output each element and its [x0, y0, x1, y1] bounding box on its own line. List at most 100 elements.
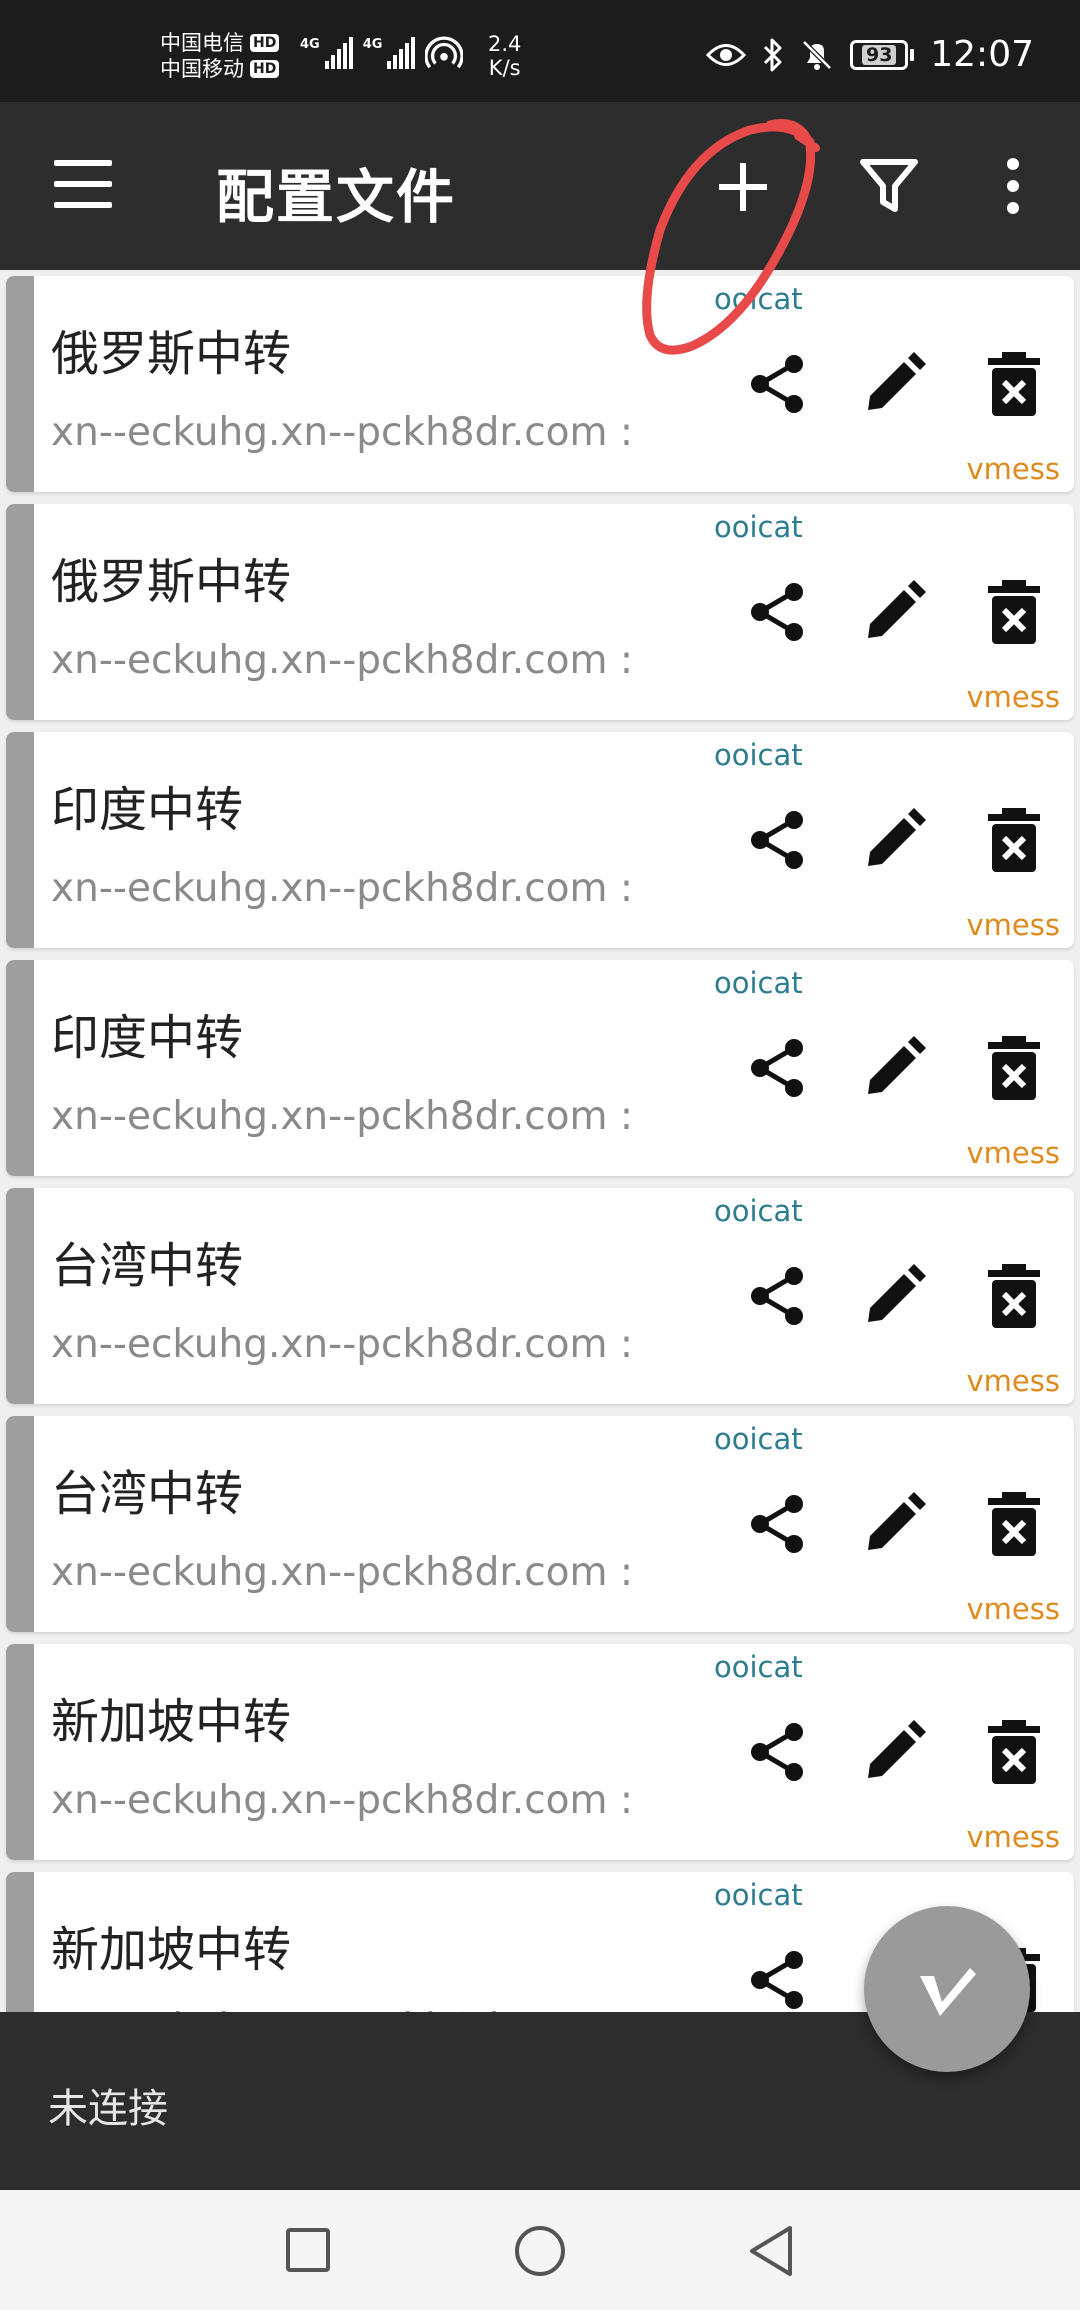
- share-icon[interactable]: [746, 580, 810, 644]
- delete-icon[interactable]: [986, 1492, 1042, 1556]
- profile-name: 印度中转: [51, 782, 244, 838]
- profile-card[interactable]: 台湾中转 xn--eckuhg.xn--pckh8dr.com : ooicat vm…: [6, 1188, 1074, 1404]
- subscription-label: ooicat: [714, 1878, 803, 1912]
- selection-indicator: [6, 276, 34, 492]
- share-icon[interactable]: [746, 352, 810, 416]
- delete-icon[interactable]: [986, 580, 1042, 644]
- v-connect-icon: [920, 1968, 976, 2016]
- profile-card[interactable]: 新加坡中转 xn--eckuhg.xn--pckh8dr.com : ooicat v…: [6, 1644, 1074, 1860]
- connect-fab[interactable]: [864, 1906, 1030, 2072]
- profile-name: 台湾中转: [51, 1238, 244, 1294]
- carrier-name-2: 中国移动: [160, 57, 244, 81]
- edit-icon[interactable]: [862, 1492, 926, 1556]
- edit-icon[interactable]: [862, 352, 926, 416]
- selection-indicator: [6, 1416, 34, 1632]
- share-icon[interactable]: [746, 1036, 810, 1100]
- edit-icon[interactable]: [862, 1264, 926, 1328]
- selection-indicator: [6, 1872, 34, 2012]
- protocol-label: vmess: [966, 1364, 1060, 1398]
- edit-icon[interactable]: [862, 1720, 926, 1784]
- share-icon[interactable]: [746, 1264, 810, 1328]
- eye-icon: [706, 43, 747, 66]
- subscription-label: ooicat: [714, 510, 803, 544]
- selection-indicator: [6, 960, 34, 1176]
- delete-icon[interactable]: [986, 808, 1042, 872]
- hd-badge: HD: [250, 60, 280, 78]
- profile-card[interactable]: 印度中转 xn--eckuhg.xn--pckh8dr.com : ooicat vm…: [6, 732, 1074, 948]
- protocol-label: vmess: [966, 1820, 1060, 1854]
- recent-apps-icon[interactable]: [286, 2228, 330, 2272]
- share-icon[interactable]: [746, 1492, 810, 1556]
- menu-button[interactable]: [54, 156, 112, 216]
- subscription-label: ooicat: [714, 738, 803, 772]
- signal-icon: 4G: [300, 37, 353, 69]
- profile-name: 新加坡中转: [51, 1922, 292, 1978]
- home-icon[interactable]: [515, 2226, 565, 2276]
- protocol-label: vmess: [966, 680, 1060, 714]
- hotspot-icon: [425, 36, 464, 69]
- profile-address: xn--eckuhg.xn--pckh8dr.com :: [51, 866, 634, 911]
- battery-level: 93: [862, 44, 897, 65]
- selection-indicator: [6, 504, 34, 720]
- mute-bell-icon: [802, 39, 833, 70]
- speed-value: 2.4: [488, 32, 522, 56]
- add-icon[interactable]: [710, 154, 776, 220]
- speed-unit: K/s: [488, 56, 521, 80]
- signal-indicators: 4G 4G: [300, 34, 464, 72]
- network-type-label: 4G: [362, 37, 383, 52]
- selection-indicator: [6, 732, 34, 948]
- carrier-name-1: 中国电信: [160, 31, 244, 55]
- hd-badge: HD: [250, 34, 280, 52]
- profile-name: 俄罗斯中转: [51, 326, 292, 382]
- subscription-label: ooicat: [714, 1422, 803, 1456]
- profile-card[interactable]: 俄罗斯中转 xn--eckuhg.xn--pckh8dr.com : ooicat v…: [6, 276, 1074, 492]
- system-nav-bar: [0, 2190, 1080, 2310]
- app-bar: 配置文件: [0, 102, 1080, 270]
- protocol-label: vmess: [966, 908, 1060, 942]
- profile-address: xn--eckuhg.xn--pckh8dr.com :: [51, 410, 634, 455]
- carrier-info: 中国电信 HD 中国移动 HD: [160, 30, 280, 82]
- edit-icon[interactable]: [862, 580, 926, 644]
- subscription-label: ooicat: [714, 1650, 803, 1684]
- delete-icon[interactable]: [986, 1264, 1042, 1328]
- profile-list[interactable]: 俄罗斯中转 xn--eckuhg.xn--pckh8dr.com : ooicat v…: [0, 270, 1080, 2012]
- profile-name: 俄罗斯中转: [51, 554, 292, 610]
- share-icon[interactable]: [746, 808, 810, 872]
- subscription-label: ooicat: [714, 966, 803, 1000]
- selection-indicator: [6, 1644, 34, 1860]
- profile-address: xn--eckuhg.xn--pckh8dr.com :: [51, 1322, 634, 1367]
- protocol-label: vmess: [966, 1136, 1060, 1170]
- profile-name: 新加坡中转: [51, 1694, 292, 1750]
- protocol-label: vmess: [966, 1592, 1060, 1626]
- edit-icon[interactable]: [862, 808, 926, 872]
- share-icon[interactable]: [746, 1948, 810, 2012]
- bluetooth-icon: [764, 38, 782, 71]
- profile-name: 台湾中转: [51, 1466, 244, 1522]
- signal-icon: 4G: [363, 37, 416, 69]
- more-vert-icon[interactable]: [996, 154, 1030, 218]
- page-title: 配置文件: [216, 163, 457, 231]
- delete-icon[interactable]: [986, 1720, 1042, 1784]
- battery-icon: 93: [850, 39, 915, 70]
- profile-card[interactable]: 印度中转 xn--eckuhg.xn--pckh8dr.com : ooicat vm…: [6, 960, 1074, 1176]
- status-bar: 中国电信 HD 中国移动 HD 4G 4G 2.4 K/s 93 12:07: [0, 0, 1080, 102]
- profile-address: xn--eckuhg.xn--pckh8dr.com :: [51, 1778, 634, 1823]
- subscription-label: ooicat: [714, 1194, 803, 1228]
- delete-icon[interactable]: [986, 352, 1042, 416]
- clock: 12:07: [930, 34, 1034, 75]
- profile-address: xn--eckuhg.xn--pckh8dr.com :: [51, 638, 634, 683]
- connection-status-text: 未连接: [48, 2086, 168, 2132]
- selection-indicator: [6, 1188, 34, 1404]
- profile-address: xn--eckuhg.xn--pckh8dr.com :: [51, 1094, 634, 1139]
- profile-address: xn--eckuhg.xn--pckh8dr.com :: [51, 1550, 634, 1595]
- profile-card[interactable]: 台湾中转 xn--eckuhg.xn--pckh8dr.com : ooicat vm…: [6, 1416, 1074, 1632]
- profile-card[interactable]: 俄罗斯中转 xn--eckuhg.xn--pckh8dr.com : ooicat v…: [6, 504, 1074, 720]
- subscription-label: ooicat: [714, 282, 803, 316]
- filter-icon[interactable]: [858, 154, 920, 216]
- profile-name: 印度中转: [51, 1010, 244, 1066]
- edit-icon[interactable]: [862, 1036, 926, 1100]
- network-type-label: 4G: [300, 37, 320, 52]
- delete-icon[interactable]: [986, 1036, 1042, 1100]
- share-icon[interactable]: [746, 1720, 810, 1784]
- back-icon[interactable]: [746, 2224, 796, 2278]
